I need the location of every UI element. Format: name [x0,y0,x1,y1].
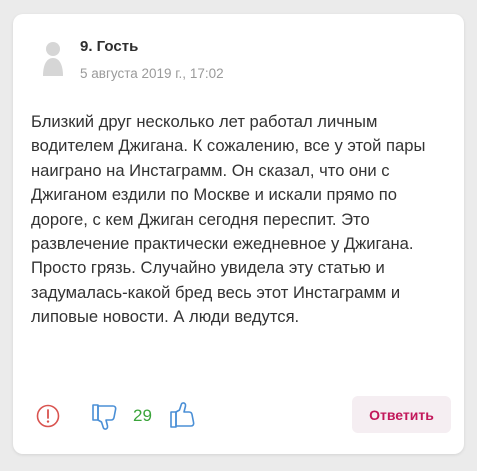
comment-card: 9. Гость 5 августа 2019 г., 17:02 Близки… [13,14,464,454]
thumbs-down-icon[interactable] [90,401,122,433]
thumbs-up-icon[interactable] [168,399,200,431]
comment-text: Близкий друг несколько лет работал личны… [31,112,426,327]
user-silhouette-icon [43,42,63,76]
exclamation-circle-icon[interactable] [35,403,61,429]
rating-count: 29 [133,406,152,425]
comment-author: 9. Гость [80,38,139,55]
comment-header: 9. Гость 5 августа 2019 г., 17:02 [13,14,464,94]
comment-date: 5 августа 2019 г., 17:02 [80,66,224,81]
comment-footer: 29 Ответить [13,392,464,442]
reply-button[interactable]: Ответить [352,396,451,433]
